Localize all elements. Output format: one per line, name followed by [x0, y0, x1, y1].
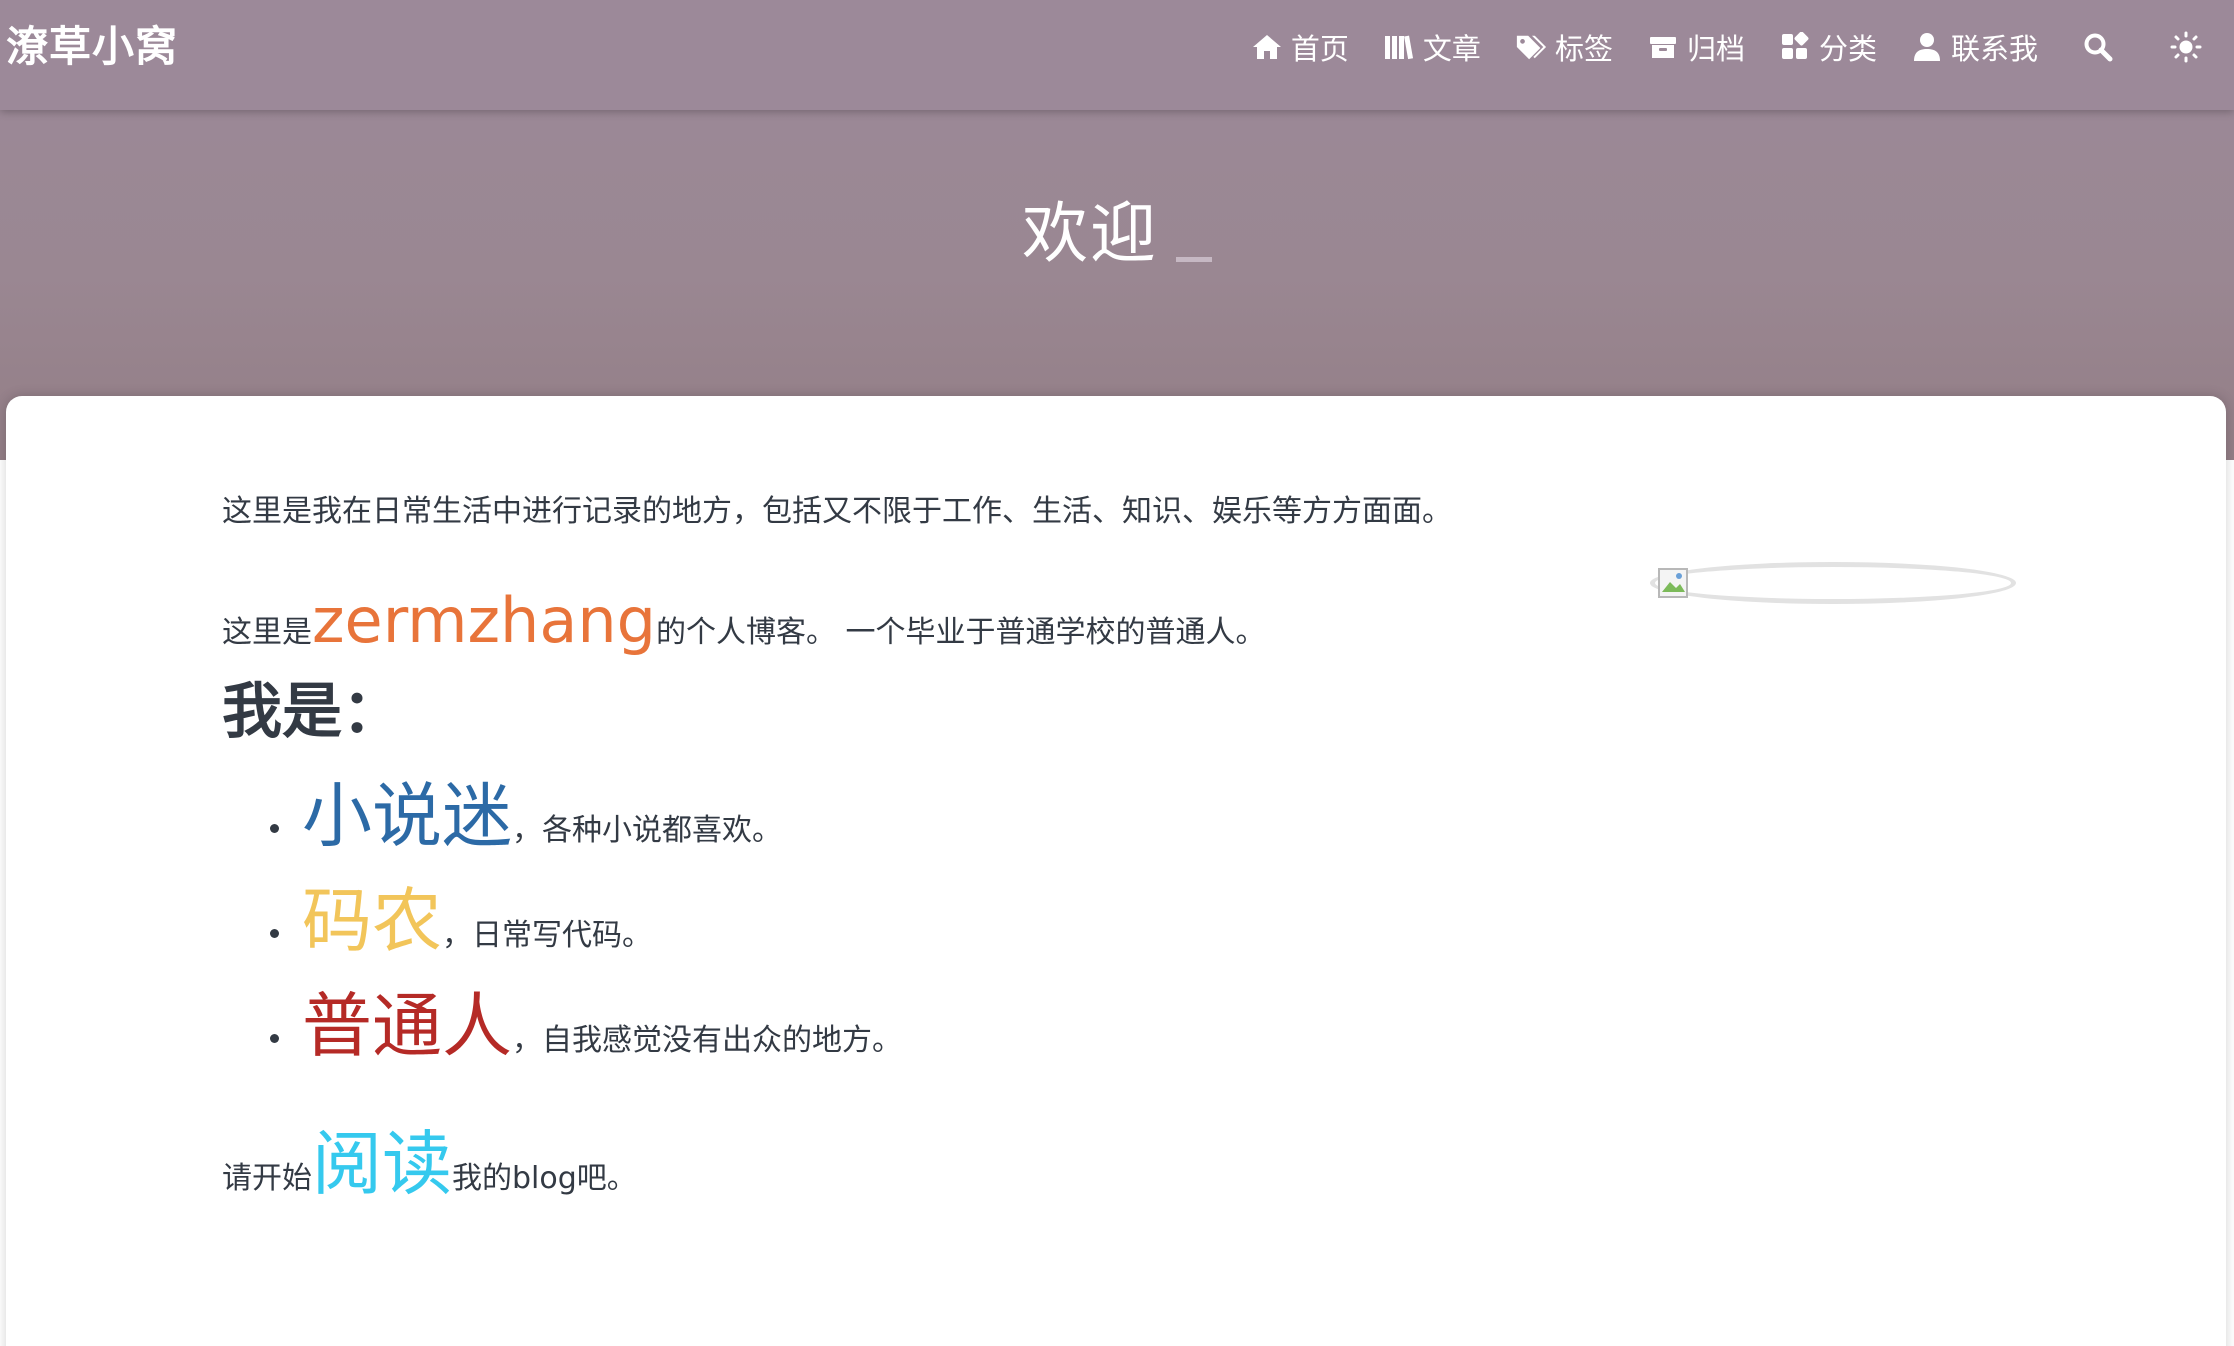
role-desc: ，自我感觉没有出众的地方。: [512, 1023, 902, 1058]
role-keyword: 小说迷: [302, 775, 512, 857]
role-desc: ，日常写代码。: [442, 918, 652, 953]
home-icon: [1251, 31, 1283, 63]
content-card: 这里是我在日常生活中进行记录的地方，包括又不限于工作、生活、知识、娱乐等方方面面…: [6, 396, 2226, 1346]
nav-item-label: 联系我: [1950, 32, 2038, 66]
author-suffix: 的个人博客。 一个毕业于普通学校的普通人。: [655, 615, 1266, 650]
nav-item-archive[interactable]: 归档: [1647, 26, 1745, 68]
nav-item-contact[interactable]: 联系我: [1911, 26, 2038, 68]
outro-paragraph: 请开始阅读我的blog吧。: [222, 1124, 637, 1219]
nav-item-label: 文章: [1422, 32, 1481, 66]
role-keyword: 码农: [302, 880, 442, 962]
role-desc: ，各种小说都喜欢。: [512, 813, 782, 848]
author-prefix: 这里是: [222, 615, 312, 650]
search-button[interactable]: [2078, 27, 2118, 67]
books-icon: [1383, 31, 1415, 63]
archive-icon: [1647, 31, 1679, 63]
broken-image-icon: [1658, 568, 1688, 598]
list-item: 码农，日常写代码。: [270, 881, 902, 986]
bullet: [270, 1034, 279, 1043]
outro-suffix: 我的blog吧。: [452, 1161, 637, 1196]
typing-caret: [1176, 257, 1212, 262]
page: 欢迎 潦草小窝 首页 文章 标签 归档 分类 联系我 这里是我在日常生活中进行记…: [0, 0, 2234, 1346]
theme-toggle-button[interactable]: [2166, 27, 2206, 67]
hero-title-text: 欢迎: [1022, 195, 1158, 272]
list-item: 小说迷，各种小说都喜欢。: [270, 776, 902, 881]
tags-icon: [1515, 31, 1547, 63]
user-icon: [1911, 31, 1943, 63]
nav-item-tags[interactable]: 标签: [1515, 26, 1613, 68]
author-paragraph: 这里是zermzhang的个人博客。 一个毕业于普通学校的普通人。: [222, 586, 1266, 668]
roles-list: 小说迷，各种小说都喜欢。 码农，日常写代码。 普通人，自我感觉没有出众的地方。: [270, 776, 902, 1091]
image-frame: [1650, 562, 2016, 604]
sun-icon: [2170, 31, 2202, 63]
nav-menu: 首页 文章 标签 归档 分类 联系我: [1217, 0, 2234, 94]
broken-image: [1646, 562, 2026, 612]
outro-prefix: 请开始: [222, 1161, 312, 1196]
nav-item-label: 归档: [1686, 32, 1745, 66]
bullet: [270, 929, 279, 938]
nav-item-label: 分类: [1818, 32, 1877, 66]
role-keyword: 普通人: [302, 985, 512, 1067]
site-brand[interactable]: 潦草小窝: [6, 0, 178, 94]
nav-item-label: 首页: [1290, 32, 1349, 66]
iam-heading: 我是：: [222, 677, 402, 747]
category-icon: [1779, 31, 1811, 63]
nav-item-label: 标签: [1554, 32, 1613, 66]
nav-item-categories[interactable]: 分类: [1779, 26, 1877, 68]
nav-item-home[interactable]: 首页: [1251, 26, 1349, 68]
author-name: zermzhang: [312, 584, 656, 657]
search-icon: [2084, 33, 2113, 62]
read-link[interactable]: 阅读: [312, 1123, 452, 1205]
top-navbar: 潦草小窝 首页 文章 标签 归档 分类 联系我: [0, 0, 2234, 110]
hero-title: 欢迎: [0, 180, 2234, 276]
list-item: 普通人，自我感觉没有出众的地方。: [270, 986, 902, 1091]
bullet: [270, 824, 279, 833]
intro-paragraph: 这里是我在日常生活中进行记录的地方，包括又不限于工作、生活、知识、娱乐等方方面面…: [222, 494, 1452, 529]
nav-item-articles[interactable]: 文章: [1383, 26, 1481, 68]
